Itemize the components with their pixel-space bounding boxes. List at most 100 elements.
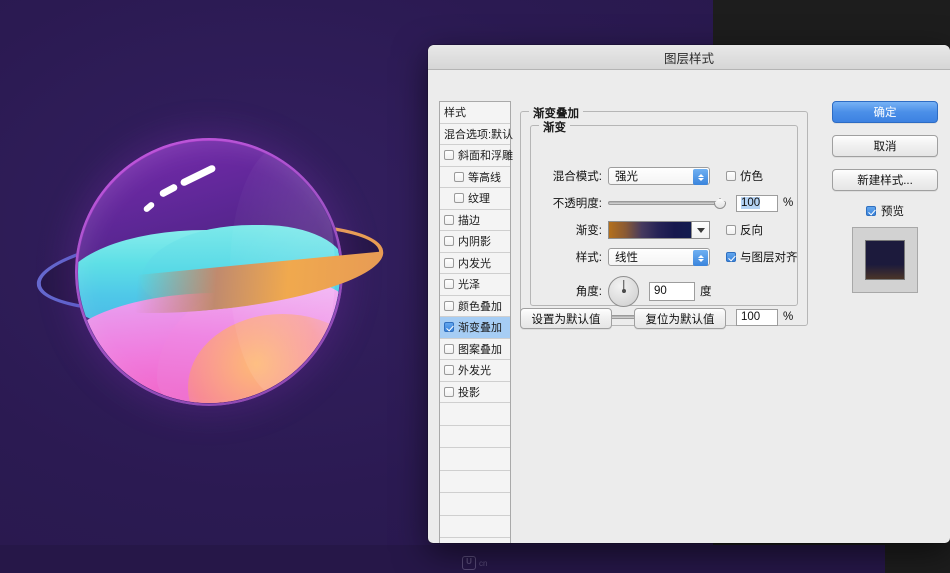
align-with-layer-label: 与图层对齐 (740, 252, 798, 264)
blend-mode-row: 混合模式: 强光 仿色 (540, 166, 763, 186)
sidebar-item-label: 外发光 (458, 365, 491, 378)
preview-toggle-row[interactable]: 预览 (832, 203, 938, 219)
preview-thumbnail-swatch (865, 240, 905, 280)
sidebar-item-checkbox[interactable] (444, 386, 454, 397)
canvas-bottom-strip (0, 545, 885, 573)
style-stepper-icon[interactable] (693, 250, 708, 266)
preview-thumbnail-box (852, 227, 918, 293)
watermark: U cn (462, 556, 487, 570)
opacity-unit: % (783, 197, 794, 209)
opacity-slider[interactable] (608, 196, 726, 210)
opacity-input[interactable]: 100 (736, 194, 778, 212)
angle-row: 角度: 90 度 (540, 275, 712, 307)
sidebar-item-label: 投影 (458, 386, 480, 399)
sidebar-item-label: 混合选项:默认 (444, 128, 514, 141)
opacity-row: 不透明度: 100 % (540, 193, 793, 213)
angle-label: 角度: (575, 286, 602, 298)
sidebar-item-checkbox[interactable] (444, 343, 454, 354)
sidebar-item-checkbox[interactable] (454, 193, 464, 204)
sidebar-item-checkbox[interactable] (444, 322, 454, 333)
blend-mode-select[interactable]: 强光 (608, 167, 710, 185)
sidebar-item-label: 斜面和浮雕 (458, 150, 513, 163)
sidebar-item-label: 描边 (458, 214, 480, 227)
dialog-action-column: 确定 取消 新建样式... 预览 (832, 101, 938, 293)
scale-unit: % (783, 311, 794, 323)
sidebar-item-blending-options[interactable]: 混合选项:默认 (440, 124, 514, 145)
sidebar-header-styles: 样式 (440, 102, 510, 124)
new-style-button[interactable]: 新建样式... (832, 169, 938, 191)
sidebar-item-label: 图案叠加 (458, 343, 502, 356)
sidebar-item-11[interactable]: 投影 (440, 382, 510, 403)
opacity-slider-track (608, 201, 726, 205)
sidebar-item-checkbox[interactable] (444, 365, 454, 376)
sidebar-item-2[interactable]: 纹理 (440, 188, 510, 210)
sidebar-filler-row (440, 471, 510, 493)
cancel-button[interactable]: 取消 (832, 135, 938, 157)
sidebar-filler-row (440, 493, 510, 516)
preview-checkbox[interactable] (866, 206, 876, 216)
dialog-title: 图层样式 (663, 51, 714, 66)
preview-label: 预览 (881, 206, 904, 218)
sidebar-filler-row (440, 516, 510, 538)
scale-input[interactable]: 100 (736, 308, 778, 326)
style-row: 样式: 线性 与图层对齐 (540, 247, 798, 267)
gradient-picker[interactable] (608, 221, 710, 239)
sidebar-item-checkbox[interactable] (444, 279, 454, 290)
scale-value: 100 (741, 311, 761, 323)
sidebar-filler-row (440, 426, 510, 448)
sidebar-item-label: 等高线 (468, 171, 501, 184)
sidebar-item-checkbox[interactable] (444, 300, 454, 311)
angle-dial-hub (621, 289, 626, 293)
style-value: 线性 (615, 252, 638, 264)
angle-input[interactable]: 90 (649, 281, 695, 301)
sidebar-item-5[interactable]: 内发光 (440, 253, 510, 274)
layer-style-dialog: 图层样式 样式 混合选项:默认 斜面和浮雕等高线纹理描边内阴影 内发光光泽颜色叠加… (428, 45, 950, 543)
sidebar-item-9[interactable]: 图案叠加 (440, 339, 510, 360)
sidebar-header-label: 样式 (444, 107, 466, 120)
blend-mode-stepper-icon[interactable] (693, 169, 708, 185)
sidebar-item-8[interactable]: 渐变叠加 (440, 317, 510, 339)
sidebar-filler-row (440, 538, 510, 543)
sidebar-item-checkbox[interactable] (444, 214, 454, 225)
sidebar-item-7[interactable]: 颜色叠加 (440, 296, 510, 317)
opacity-value: 100 (741, 197, 761, 209)
sidebar-item-checkbox[interactable] (454, 171, 464, 182)
gradient-label: 渐变: (575, 225, 602, 237)
reset-to-default-button[interactable]: 复位为默认值 (634, 308, 726, 329)
angle-unit: 度 (700, 286, 712, 298)
blend-mode-label: 混合模式: (552, 171, 602, 183)
dither-label: 仿色 (740, 171, 763, 183)
reverse-label: 反向 (740, 225, 763, 237)
gradient-row: 渐变: 反向 (540, 220, 763, 240)
style-select[interactable]: 线性 (608, 248, 710, 266)
opacity-slider-thumb[interactable] (714, 198, 726, 209)
sidebar-item-4[interactable]: 内阴影 (440, 231, 510, 253)
reverse-checkbox[interactable] (726, 225, 736, 235)
sidebar-item-label: 光泽 (458, 279, 480, 292)
chevron-down-icon (696, 227, 705, 233)
blend-mode-value: 强光 (615, 171, 638, 183)
gradient-dropdown-arrow[interactable] (691, 222, 709, 238)
dialog-body: 样式 混合选项:默认 斜面和浮雕等高线纹理描边内阴影 内发光光泽颜色叠加 渐变叠加图… (428, 70, 950, 543)
set-as-default-button[interactable]: 设置为默认值 (520, 308, 612, 329)
sidebar-item-3[interactable]: 描边 (440, 210, 510, 231)
sidebar-item-checkbox[interactable] (444, 150, 454, 161)
angle-value: 90 (654, 285, 667, 297)
sidebar-item-10[interactable]: 外发光 (440, 360, 510, 382)
sidebar-item-1[interactable]: 等高线 (440, 167, 510, 188)
style-label: 样式: (575, 252, 602, 264)
styles-sidebar[interactable]: 样式 混合选项:默认 斜面和浮雕等高线纹理描边内阴影 内发光光泽颜色叠加 渐变叠加图… (439, 101, 514, 543)
ok-button[interactable]: 确定 (832, 101, 938, 123)
gradient-preview-swatch (609, 222, 691, 238)
sidebar-item-checkbox[interactable] (444, 236, 454, 247)
dither-checkbox[interactable] (726, 171, 736, 181)
angle-dial[interactable] (608, 275, 639, 307)
sidebar-item-checkbox[interactable] (444, 257, 454, 268)
opacity-label: 不透明度: (552, 198, 602, 210)
sidebar-item-6[interactable]: 光泽 (440, 274, 510, 296)
sidebar-item-0[interactable]: 斜面和浮雕 (440, 145, 513, 167)
dialog-titlebar[interactable]: 图层样式 (428, 45, 950, 70)
align-with-layer-checkbox[interactable] (726, 252, 736, 262)
default-buttons-row: 设置为默认值 复位为默认值 (520, 308, 726, 329)
sidebar-filler-row (440, 403, 510, 426)
